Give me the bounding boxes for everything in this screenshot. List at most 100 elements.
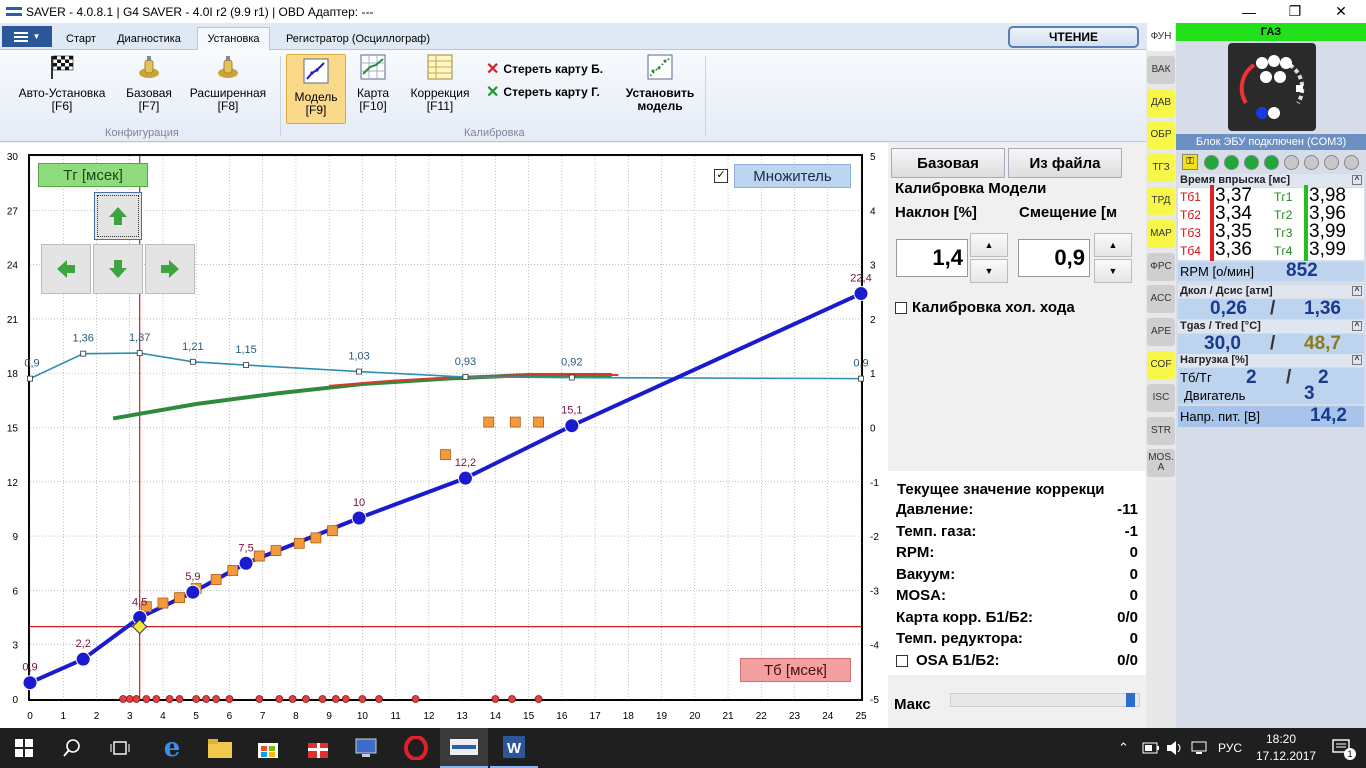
base-button[interactable]: Базовая xyxy=(891,148,1005,178)
x-tick-label: 7 xyxy=(260,711,266,722)
offset-up-button[interactable]: ▲ xyxy=(1094,233,1132,257)
erase-map-g-button[interactable]: ✕ Стереть карту Г. xyxy=(486,82,600,102)
clock-time[interactable]: 18:20 xyxy=(1266,732,1296,746)
calibration-chart[interactable]: 0 1 2 3 4 5 6 7 8 9 10 11 12 13 14 15 16 17 18 19 20 21 22 23 24… xyxy=(0,143,888,728)
config-group-label: Конфигурация xyxy=(105,127,179,139)
injection-b-label: Тб2 xyxy=(1180,208,1201,222)
close-button[interactable]: ✕ xyxy=(1318,0,1364,23)
chevron-up-icon: ▲ xyxy=(984,240,994,250)
multiplier-point-label: 1,37 xyxy=(129,332,150,344)
tab-start[interactable]: Старт xyxy=(60,27,102,50)
function-button[interactable]: ТГЗ xyxy=(1147,154,1175,183)
notifications-button[interactable]: 1 xyxy=(1320,728,1366,768)
map-button[interactable]: Карта [F10] xyxy=(350,54,396,113)
max-slider-thumb[interactable] xyxy=(1126,693,1135,707)
expand-icon[interactable]: ^ xyxy=(1352,175,1362,185)
word-taskbar-button[interactable]: W xyxy=(490,728,538,768)
function-button[interactable]: ТРД xyxy=(1147,187,1175,215)
tg-axis-label: Тг [мсек] xyxy=(38,163,148,187)
function-button[interactable]: STR xyxy=(1147,416,1175,445)
function-button[interactable]: АРЕ xyxy=(1147,318,1175,347)
volume-icon[interactable] xyxy=(1166,740,1184,756)
correction-label: OSA Б1/Б2: xyxy=(916,651,1000,669)
task-view-button[interactable] xyxy=(96,728,144,768)
pressure-sys-value: 1,36 xyxy=(1304,298,1341,319)
nav-up-button[interactable] xyxy=(94,192,142,240)
nav-left-button[interactable] xyxy=(41,244,91,294)
osa-checkbox[interactable] xyxy=(896,654,908,667)
edge-icon: e xyxy=(163,733,181,763)
opera-taskbar-button[interactable] xyxy=(392,728,440,768)
function-button[interactable]: ФУН xyxy=(1147,23,1175,51)
expand-icon[interactable]: ^ xyxy=(1352,355,1362,365)
battery-icon[interactable] xyxy=(1142,742,1160,754)
set-model-button[interactable]: Установить модель xyxy=(620,54,700,113)
auto-setup-button[interactable]: Авто-Установка [F6] xyxy=(8,54,116,113)
tab-diagnostics[interactable]: Диагностика xyxy=(108,27,190,50)
maximize-button[interactable]: ❐ xyxy=(1272,0,1318,23)
function-button[interactable]: MOS. A xyxy=(1147,449,1175,478)
multiplier-point-label: 1,36 xyxy=(72,333,93,345)
read-button[interactable]: ЧТЕНИЕ xyxy=(1008,26,1139,48)
tab-setup[interactable]: Установка xyxy=(197,27,270,50)
expand-icon[interactable]: ^ xyxy=(1352,321,1362,331)
function-button[interactable]: ОБР xyxy=(1147,121,1175,150)
offset-input[interactable]: 0,9 xyxy=(1018,239,1090,277)
erase-map-b-button[interactable]: ✕ Стереть карту Б. xyxy=(486,59,603,79)
edge-taskbar-button[interactable]: e xyxy=(148,728,196,768)
gift-taskbar-button[interactable] xyxy=(294,728,342,768)
app-menu-button[interactable]: ▼ xyxy=(2,26,52,47)
extended-setup-button[interactable]: Расширенная [F8] xyxy=(184,54,272,113)
correction-button[interactable]: Коррекция [F11] xyxy=(402,54,478,113)
load-separator: / xyxy=(1286,367,1292,388)
function-button[interactable]: МАР xyxy=(1147,219,1175,248)
minimize-button[interactable]: — xyxy=(1226,0,1272,23)
function-button[interactable]: ДАВ xyxy=(1147,88,1175,117)
expand-icon[interactable]: ^ xyxy=(1352,286,1362,296)
language-indicator[interactable]: РУС xyxy=(1218,741,1242,755)
function-button[interactable]: ВАК xyxy=(1147,55,1175,84)
tray-chevron-icon[interactable]: ⌃ xyxy=(1118,740,1129,756)
model-point xyxy=(351,510,367,526)
explorer-taskbar-button[interactable] xyxy=(196,728,244,768)
idle-calibration-checkbox[interactable] xyxy=(895,301,907,314)
from-file-button[interactable]: Из файла xyxy=(1008,148,1122,178)
clock-date[interactable]: 17.12.2017 xyxy=(1256,749,1316,763)
gas-switch-widget[interactable] xyxy=(1228,43,1316,131)
search-button[interactable] xyxy=(48,728,96,768)
network-icon[interactable] xyxy=(1190,740,1210,756)
injection-g-label: Тг2 xyxy=(1274,208,1293,222)
nav-down-button[interactable] xyxy=(93,244,143,294)
multiplier-checkbox[interactable]: ✓ xyxy=(714,169,728,183)
idle-calibration-toggle[interactable]: Калибровка хол. хода xyxy=(895,299,1075,316)
injection-g-value: 3,99 xyxy=(1304,239,1346,261)
model-point-label: 22,4 xyxy=(850,273,871,285)
group-separator xyxy=(280,56,281,136)
function-button[interactable]: АСС xyxy=(1147,285,1175,314)
remote-taskbar-button[interactable] xyxy=(342,728,390,768)
multiplier-toggle[interactable]: ✓ Множитель xyxy=(714,164,851,188)
slope-down-button[interactable]: ▼ xyxy=(970,259,1008,283)
model-key: [F9] xyxy=(305,103,327,117)
function-button[interactable]: ISC xyxy=(1147,383,1175,412)
tab-recorder[interactable]: Регистратор (Осциллограф) xyxy=(276,27,440,50)
max-slider[interactable] xyxy=(950,693,1140,707)
model-point xyxy=(853,286,869,302)
offset-down-button[interactable]: ▼ xyxy=(1094,259,1132,283)
function-button[interactable]: ФРС xyxy=(1147,252,1175,281)
chevron-up-icon: ▲ xyxy=(1108,240,1118,250)
basic-setup-button[interactable]: Базовая [F7] xyxy=(120,54,178,113)
slope-input[interactable]: 1,4 xyxy=(896,239,968,277)
multiplier-point-label: 0,9 xyxy=(853,358,868,370)
store-taskbar-button[interactable] xyxy=(244,728,292,768)
sample-dot xyxy=(125,695,134,703)
nav-right-button[interactable] xyxy=(145,244,195,294)
start-button[interactable] xyxy=(0,728,48,768)
model-point xyxy=(238,555,254,571)
slope-up-button[interactable]: ▲ xyxy=(970,233,1008,257)
y2-tick-label: 2 xyxy=(870,315,876,326)
function-button[interactable]: СОF xyxy=(1147,351,1175,379)
model-button[interactable]: Модель [F9] xyxy=(286,54,346,124)
rpm-row: RPM [о/мин] 852 xyxy=(1178,260,1364,281)
saver-taskbar-button[interactable] xyxy=(440,728,488,768)
